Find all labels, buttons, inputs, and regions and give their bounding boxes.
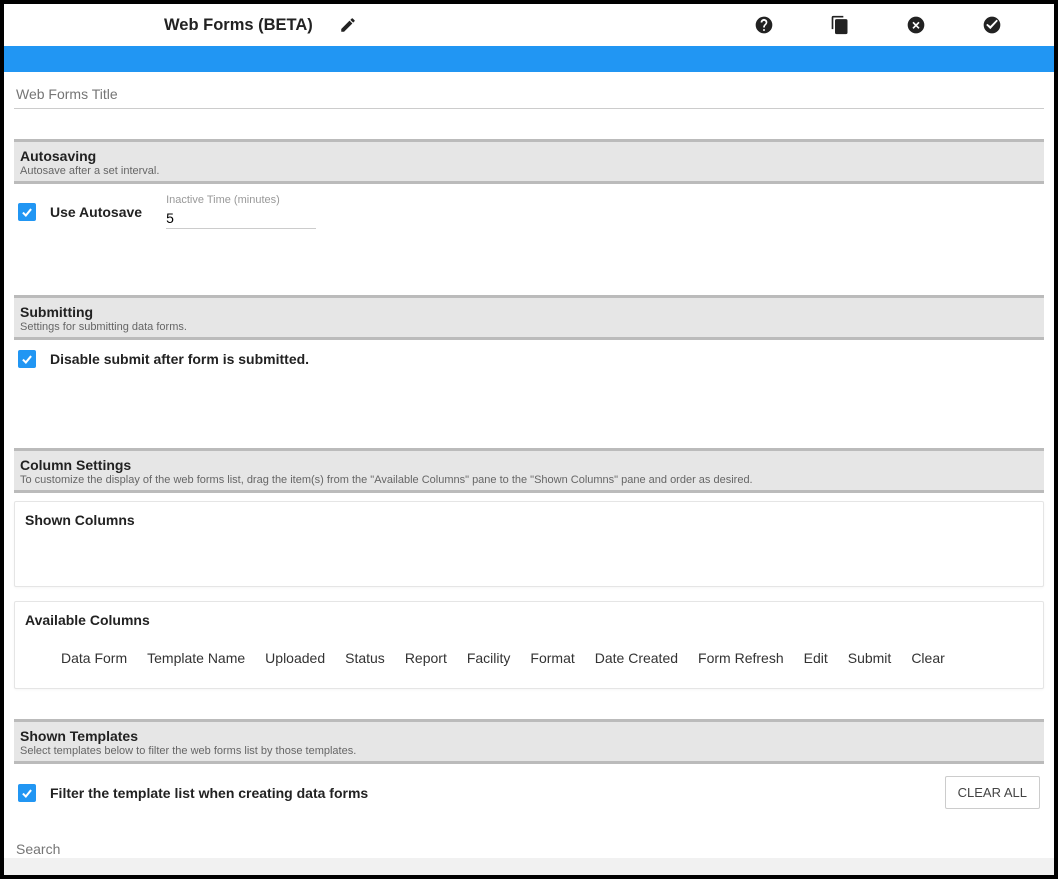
disable-submit-label: Disable submit after form is submitted. — [50, 351, 309, 367]
available-column-chip[interactable]: Format — [530, 650, 574, 666]
main-scroll-area[interactable]: Autosaving Autosave after a set interval… — [4, 72, 1054, 858]
shown-columns-title: Shown Columns — [25, 512, 1033, 528]
filter-templates-label: Filter the template list when creating d… — [50, 785, 368, 801]
available-column-chip[interactable]: Report — [405, 650, 447, 666]
section-header-autosaving: Autosaving Autosave after a set interval… — [14, 139, 1044, 184]
available-column-chip[interactable]: Template Name — [147, 650, 245, 666]
filter-templates-checkbox[interactable] — [18, 784, 36, 802]
available-column-chip[interactable]: Uploaded — [265, 650, 325, 666]
section-desc: Autosave after a set interval. — [20, 165, 1038, 177]
available-column-chip[interactable]: Data Form — [61, 650, 127, 666]
available-columns-pane[interactable]: Available Columns Data Form Template Name… — [14, 601, 1044, 689]
section-header-submitting: Submitting Settings for submitting data … — [14, 295, 1044, 340]
section-desc: Select templates below to filter the web… — [20, 745, 1038, 757]
use-autosave-label: Use Autosave — [50, 204, 142, 220]
edit-icon[interactable] — [339, 16, 357, 34]
available-columns-list: Data Form Template Name Uploaded Status Repo… — [25, 634, 1033, 670]
available-column-chip[interactable]: Status — [345, 650, 385, 666]
shown-columns-pane[interactable]: Shown Columns — [14, 501, 1044, 587]
copy-icon[interactable] — [830, 15, 850, 35]
available-columns-title: Available Columns — [25, 612, 1033, 628]
section-title: Submitting — [20, 304, 1038, 320]
available-column-chip[interactable]: Facility — [467, 650, 511, 666]
templates-row: Filter the template list when creating d… — [14, 764, 1044, 813]
topbar: Web Forms (BETA) — [4, 4, 1054, 46]
section-body-submitting: Disable submit after form is submitted. — [14, 340, 1044, 404]
section-title: Autosaving — [20, 148, 1038, 164]
cancel-icon[interactable] — [906, 15, 926, 35]
disable-submit-checkbox[interactable] — [18, 350, 36, 368]
inactive-time-input[interactable] — [166, 208, 316, 229]
section-title: Column Settings — [20, 457, 1038, 473]
use-autosave-checkbox[interactable] — [18, 203, 36, 221]
available-column-chip[interactable]: Date Created — [595, 650, 678, 666]
page-title: Web Forms (BETA) — [164, 16, 313, 35]
web-forms-title-input[interactable] — [14, 74, 1044, 109]
available-column-chip[interactable]: Form Refresh — [698, 650, 784, 666]
topbar-actions — [754, 15, 1030, 35]
horizontal-scrollbar[interactable] — [4, 858, 1054, 875]
section-body-autosaving: Use Autosave Inactive Time (minutes) — [14, 184, 1044, 265]
section-desc: To customize the display of the web form… — [20, 474, 1038, 486]
confirm-icon[interactable] — [982, 15, 1002, 35]
clear-all-button[interactable]: CLEAR ALL — [945, 776, 1040, 809]
available-column-chip[interactable]: Edit — [804, 650, 828, 666]
templates-search-input[interactable] — [14, 819, 1044, 858]
section-desc: Settings for submitting data forms. — [20, 321, 1038, 333]
inactive-time-label: Inactive Time (minutes) — [166, 194, 316, 206]
help-icon[interactable] — [754, 15, 774, 35]
section-title: Shown Templates — [20, 728, 1038, 744]
section-header-column-settings: Column Settings To customize the display… — [14, 448, 1044, 493]
accent-bar — [4, 46, 1054, 72]
section-header-shown-templates: Shown Templates Select templates below t… — [14, 719, 1044, 764]
available-column-chip[interactable]: Clear — [911, 650, 944, 666]
available-column-chip[interactable]: Submit — [848, 650, 892, 666]
